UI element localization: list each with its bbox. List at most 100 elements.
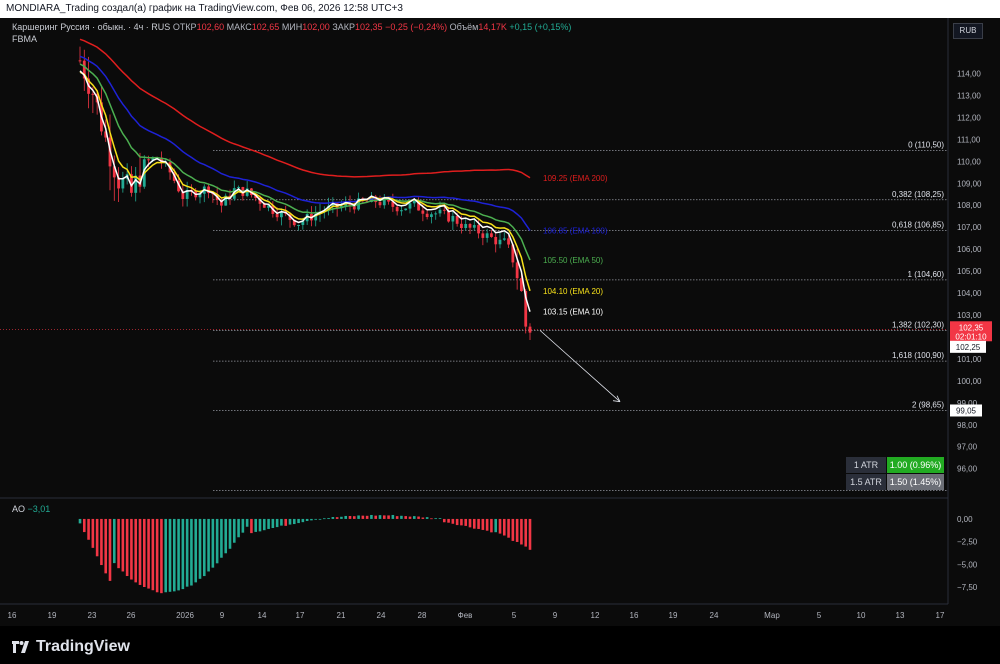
ao-bar — [297, 518, 300, 524]
price-tick: 111,00 — [957, 135, 981, 144]
ao-bar — [181, 518, 185, 590]
ema-label: 103.15 (EMA 10) — [543, 308, 603, 317]
ao-bar — [112, 518, 116, 564]
time-tick: 17 — [936, 611, 945, 620]
candle-body — [468, 224, 472, 228]
ao-bar — [404, 516, 408, 519]
ao-bar — [464, 518, 468, 526]
ao-bar — [417, 516, 420, 519]
ao-bar — [202, 518, 206, 577]
ao-bar — [100, 518, 103, 566]
candle-body — [121, 178, 125, 189]
ao-bar — [237, 518, 240, 538]
ao-bar — [421, 517, 425, 519]
ao-bar — [301, 518, 305, 523]
candle-body — [438, 209, 442, 214]
ao-bar — [455, 518, 459, 526]
ao-bar — [82, 518, 86, 533]
ao-bar — [447, 518, 450, 523]
ao-bar — [395, 516, 399, 519]
price-tick: 105,00 — [957, 267, 982, 276]
candle-body — [147, 159, 150, 161]
ao-bar — [121, 518, 125, 572]
price-tick: 96,00 — [957, 465, 978, 474]
candle-body — [78, 60, 82, 62]
ao-bar — [250, 518, 253, 534]
ao-bar — [142, 518, 146, 588]
ema-label: 109.25 (EMA 200) — [543, 174, 608, 183]
candle-body — [490, 233, 493, 237]
time-tick: Фев — [458, 611, 473, 620]
ao-bar — [438, 518, 442, 519]
ao-bar — [310, 518, 313, 521]
ao-bar — [95, 518, 99, 557]
candle-body — [472, 225, 476, 228]
low-value: 102,00 — [302, 22, 330, 32]
time-tick: 2026 — [176, 611, 194, 620]
time-tick: 13 — [896, 611, 905, 620]
ao-bar — [357, 515, 360, 519]
candle-body — [455, 215, 459, 224]
ao-bar — [507, 518, 510, 538]
tradingview-logo[interactable]: TradingView — [12, 638, 130, 656]
ao-bar — [288, 518, 292, 525]
ao-bar — [425, 517, 429, 519]
fib-label: 0,382 (108,25) — [892, 190, 944, 199]
candle-body — [275, 213, 279, 218]
ao-bar — [104, 518, 108, 574]
ao-bar — [335, 517, 339, 519]
footer: TradingView — [0, 626, 1000, 664]
ao-bar — [344, 515, 348, 519]
ao-tick: −5,00 — [957, 560, 978, 569]
ao-bar — [391, 514, 395, 519]
ao-bar — [434, 518, 438, 520]
price-tick: 110,00 — [957, 157, 981, 166]
price-tick: 101,00 — [957, 355, 982, 364]
change-value: −0,25 (−0,24%) — [385, 22, 448, 32]
time-tick: 5 — [817, 611, 822, 620]
ao-bar — [370, 514, 373, 519]
ao-bar — [400, 515, 403, 519]
close-value: 102,35 — [355, 22, 383, 32]
ao-bar — [340, 516, 343, 519]
candle-body — [400, 210, 403, 212]
time-tick: 28 — [418, 611, 427, 620]
candle-body — [515, 262, 519, 279]
candle-body — [442, 209, 446, 211]
open-value: 102,60 — [196, 22, 225, 32]
candle-body — [494, 236, 498, 245]
price-tick: 107,00 — [957, 223, 982, 232]
ao-bar — [172, 518, 176, 592]
ao-bar — [468, 518, 472, 528]
ao-bar — [451, 518, 455, 524]
time-tick: 16 — [630, 611, 639, 620]
candle-body — [502, 238, 506, 240]
ema-label: 105.50 (EMA 50) — [543, 256, 603, 265]
time-tick: 14 — [258, 611, 267, 620]
ao-bar — [168, 518, 172, 592]
atr-15-box: 1.5 ATR 1.50 (1.45%) — [846, 474, 944, 490]
target-price-label: 99,05 — [956, 406, 977, 415]
volume-change: +0,15 (+0,15%) — [509, 22, 572, 32]
ao-bar — [177, 518, 180, 591]
symbol-name: Каршеринг Русcия · обыкн. · 4ч · RUS — [12, 22, 171, 32]
ao-bar — [215, 518, 219, 564]
prev-price-label: 102,25 — [956, 343, 981, 352]
indicator-label: FBMA — [12, 34, 38, 44]
countdown-label: 02:01:10 — [955, 332, 987, 341]
currency-button[interactable]: RUB — [953, 23, 983, 39]
candle-body — [507, 238, 510, 245]
ao-bar — [314, 518, 318, 520]
candle-body — [460, 223, 463, 229]
candle-body — [425, 213, 429, 217]
ao-bar — [160, 518, 163, 594]
ema-label: 104.10 (EMA 20) — [543, 287, 603, 296]
price-chart[interactable]: 0 (110,50) 0,382 (108,25) 0,618 (106,85) 1 … — [0, 18, 1000, 626]
candle-body — [485, 233, 489, 238]
ao-bar — [481, 518, 485, 530]
candle-body — [498, 239, 502, 245]
ao-bar — [78, 518, 82, 524]
price-tick: 100,00 — [957, 377, 982, 386]
ao-bar — [245, 518, 249, 527]
ao-bar — [224, 518, 228, 554]
